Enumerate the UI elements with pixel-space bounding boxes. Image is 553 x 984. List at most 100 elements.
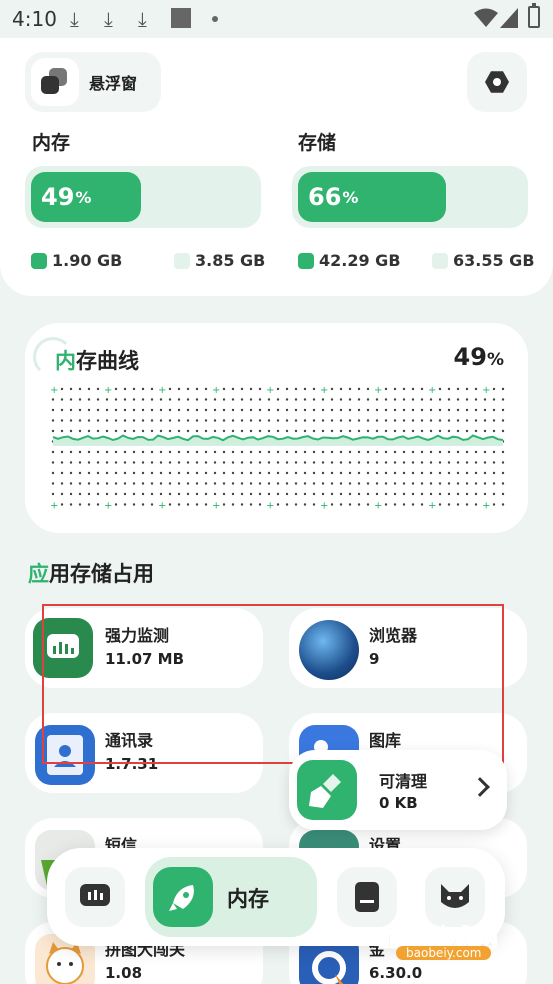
grid-dot (177, 471, 181, 475)
grid-dot (456, 419, 460, 422)
grid-dot (150, 482, 154, 485)
grid-dot (51, 398, 55, 401)
grid-dot (222, 408, 226, 412)
grid-dot (240, 482, 244, 485)
float-window-button[interactable]: 悬浮窗 (25, 52, 161, 112)
grid-dot (177, 482, 181, 485)
grid-dot (141, 419, 145, 422)
grid-dot (105, 450, 109, 454)
grid-dot (411, 461, 415, 464)
grid-dot (213, 429, 217, 433)
grid-dot (420, 387, 424, 391)
battery-icon (528, 3, 540, 28)
grid-dot (429, 492, 433, 496)
grid-dot (348, 408, 352, 412)
grid-dot (321, 482, 325, 485)
grid-dot (474, 492, 478, 496)
grid-dot (60, 419, 64, 422)
notification-square-icon (171, 8, 191, 28)
grid-dot (393, 471, 397, 475)
grid-dot (465, 492, 469, 496)
grid-dot (438, 482, 442, 485)
nav-monitor-button[interactable] (65, 867, 125, 927)
grid-dot (294, 419, 298, 422)
grid-dot (420, 482, 424, 485)
broom-icon (297, 760, 357, 820)
grid-dot (69, 461, 73, 464)
grid-dot (168, 482, 172, 485)
grid-dot (492, 387, 496, 391)
grid-dot (240, 419, 244, 422)
grid-dot (465, 503, 469, 506)
watermark-url: baobeiy.com (396, 946, 492, 960)
grid-dot (132, 429, 136, 433)
grid-dot (195, 398, 199, 401)
grid-dot (204, 419, 208, 422)
grid-dot (303, 419, 307, 422)
grid-dot (276, 429, 280, 433)
memory-usage-bar: 49% (25, 166, 261, 228)
grid-dot (285, 398, 289, 401)
grid-dot (411, 398, 415, 401)
cleanable-card[interactable]: 可清理 0 KB (289, 750, 507, 830)
grid-plus-marker: + (320, 501, 328, 512)
grid-dot (168, 450, 172, 454)
grid-plus-marker: + (266, 501, 274, 512)
grid-dot (240, 492, 244, 496)
grid-dot (267, 450, 271, 454)
grid-dot (321, 419, 325, 422)
grid-dot (285, 482, 289, 485)
grid-dot (366, 482, 370, 485)
grid-plus-marker: + (266, 385, 274, 396)
grid-dot (501, 429, 505, 433)
grid-dot (492, 429, 496, 433)
grid-dot (321, 408, 325, 412)
grid-dot (483, 471, 487, 475)
settings-button[interactable] (467, 52, 527, 112)
cleanable-size: 0 KB (379, 794, 418, 812)
grid-dot (276, 387, 280, 391)
grid-dot (384, 482, 388, 485)
grid-dot (267, 408, 271, 412)
more-notifications-dot-icon (212, 16, 218, 22)
grid-dot (114, 492, 118, 496)
nav-memory-button[interactable]: 内存 (145, 857, 317, 937)
grid-dot (402, 450, 406, 454)
grid-dot (366, 398, 370, 401)
grid-dot (465, 387, 469, 391)
grid-dot (249, 387, 253, 391)
grid-dot (276, 461, 280, 464)
grid-dot (105, 482, 109, 485)
grid-dot (159, 408, 163, 412)
grid-dot (339, 450, 343, 454)
grid-dot (105, 429, 109, 433)
grid-dot (195, 387, 199, 391)
grid-dot (348, 398, 352, 401)
grid-dot (60, 492, 64, 496)
grid-dot (393, 450, 397, 454)
grid-dot (339, 387, 343, 391)
grid-dot (168, 387, 172, 391)
grid-dot (231, 461, 235, 464)
grid-dot (276, 471, 280, 475)
grid-dot (465, 450, 469, 454)
grid-dot (474, 471, 478, 475)
grid-dot (312, 450, 316, 454)
grid-plus-marker: + (428, 385, 436, 396)
grid-dot (447, 471, 451, 475)
grid-dot (258, 429, 262, 433)
grid-dot (267, 398, 271, 401)
grid-dot (231, 503, 235, 506)
grid-dot (258, 471, 262, 475)
chevron-right-icon (470, 777, 490, 797)
grid-dot (204, 471, 208, 475)
grid-dot (258, 398, 262, 401)
grid-dot (60, 450, 64, 454)
grid-dot (222, 387, 226, 391)
grid-dot (411, 471, 415, 475)
grid-dot (474, 398, 478, 401)
grid-dot (366, 450, 370, 454)
grid-dot (438, 471, 442, 475)
grid-dot (393, 503, 397, 506)
grid-dot (96, 429, 100, 433)
